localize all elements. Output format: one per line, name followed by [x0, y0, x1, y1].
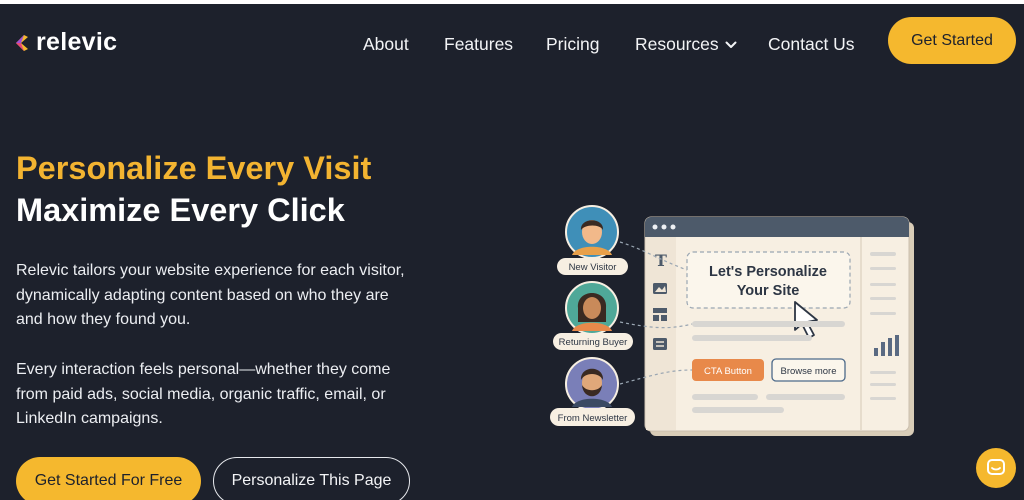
window-dot-icon: [652, 224, 658, 230]
nav-pricing[interactable]: Pricing: [546, 34, 600, 55]
hero-headline: Personalize Every Visit Maximize Every C…: [16, 147, 371, 231]
logo-mark-icon: [16, 34, 28, 51]
new-visitor-label: New Visitor: [569, 262, 617, 273]
browse-more-button-mock-label: Browse more: [781, 366, 837, 377]
nav-contact-us[interactable]: Contact Us: [768, 34, 855, 55]
card-heading-line-1: Let's Personalize: [709, 264, 827, 280]
returning-buyer-label: Returning Buyer: [559, 337, 628, 348]
cta-button-mock-label: CTA Button: [704, 366, 752, 377]
get-started-button[interactable]: Get Started: [888, 17, 1016, 64]
top-border: [0, 0, 1024, 4]
personalize-page-button[interactable]: Personalize This Page: [213, 457, 410, 500]
window-dot-icon: [661, 224, 667, 230]
logo[interactable]: relevic: [14, 28, 117, 57]
from-newsletter-label: From Newsletter: [558, 413, 628, 424]
avatar-returning-buyer: [565, 281, 619, 335]
nav-resources-label: Resources: [635, 34, 719, 54]
text-block-tool-icon: [653, 338, 667, 350]
nav-resources[interactable]: Resources: [635, 34, 737, 55]
hero-headline-line-2: Maximize Every Click: [16, 192, 345, 228]
nav-features[interactable]: Features: [444, 34, 513, 55]
nav-about[interactable]: About: [363, 34, 409, 55]
logo-text: relevic: [36, 28, 118, 56]
hero-paragraph-1: Relevic tailors your website experience …: [16, 262, 405, 328]
personalize-heading-box: [686, 251, 851, 309]
window-dot-icon: [670, 224, 676, 230]
chart-icon: [874, 348, 878, 356]
chat-button[interactable]: [976, 448, 1016, 488]
chevron-down-icon: [725, 41, 737, 48]
hero-headline-line-1: Personalize Every Visit: [16, 150, 372, 186]
layout-tool-icon: [653, 308, 667, 313]
get-started-free-button[interactable]: Get Started For Free: [16, 457, 201, 500]
card-heading-line-2: Your Site: [737, 283, 800, 299]
avatar-new-visitor: [565, 205, 619, 259]
chat-icon: [987, 459, 1005, 475]
avatar-from-newsletter: [565, 357, 619, 411]
hero-paragraph-2: Every interaction feels personal—whether…: [16, 361, 391, 427]
personalization-illustration: T Let's Personalize Your Site CTA Button…: [550, 205, 914, 436]
